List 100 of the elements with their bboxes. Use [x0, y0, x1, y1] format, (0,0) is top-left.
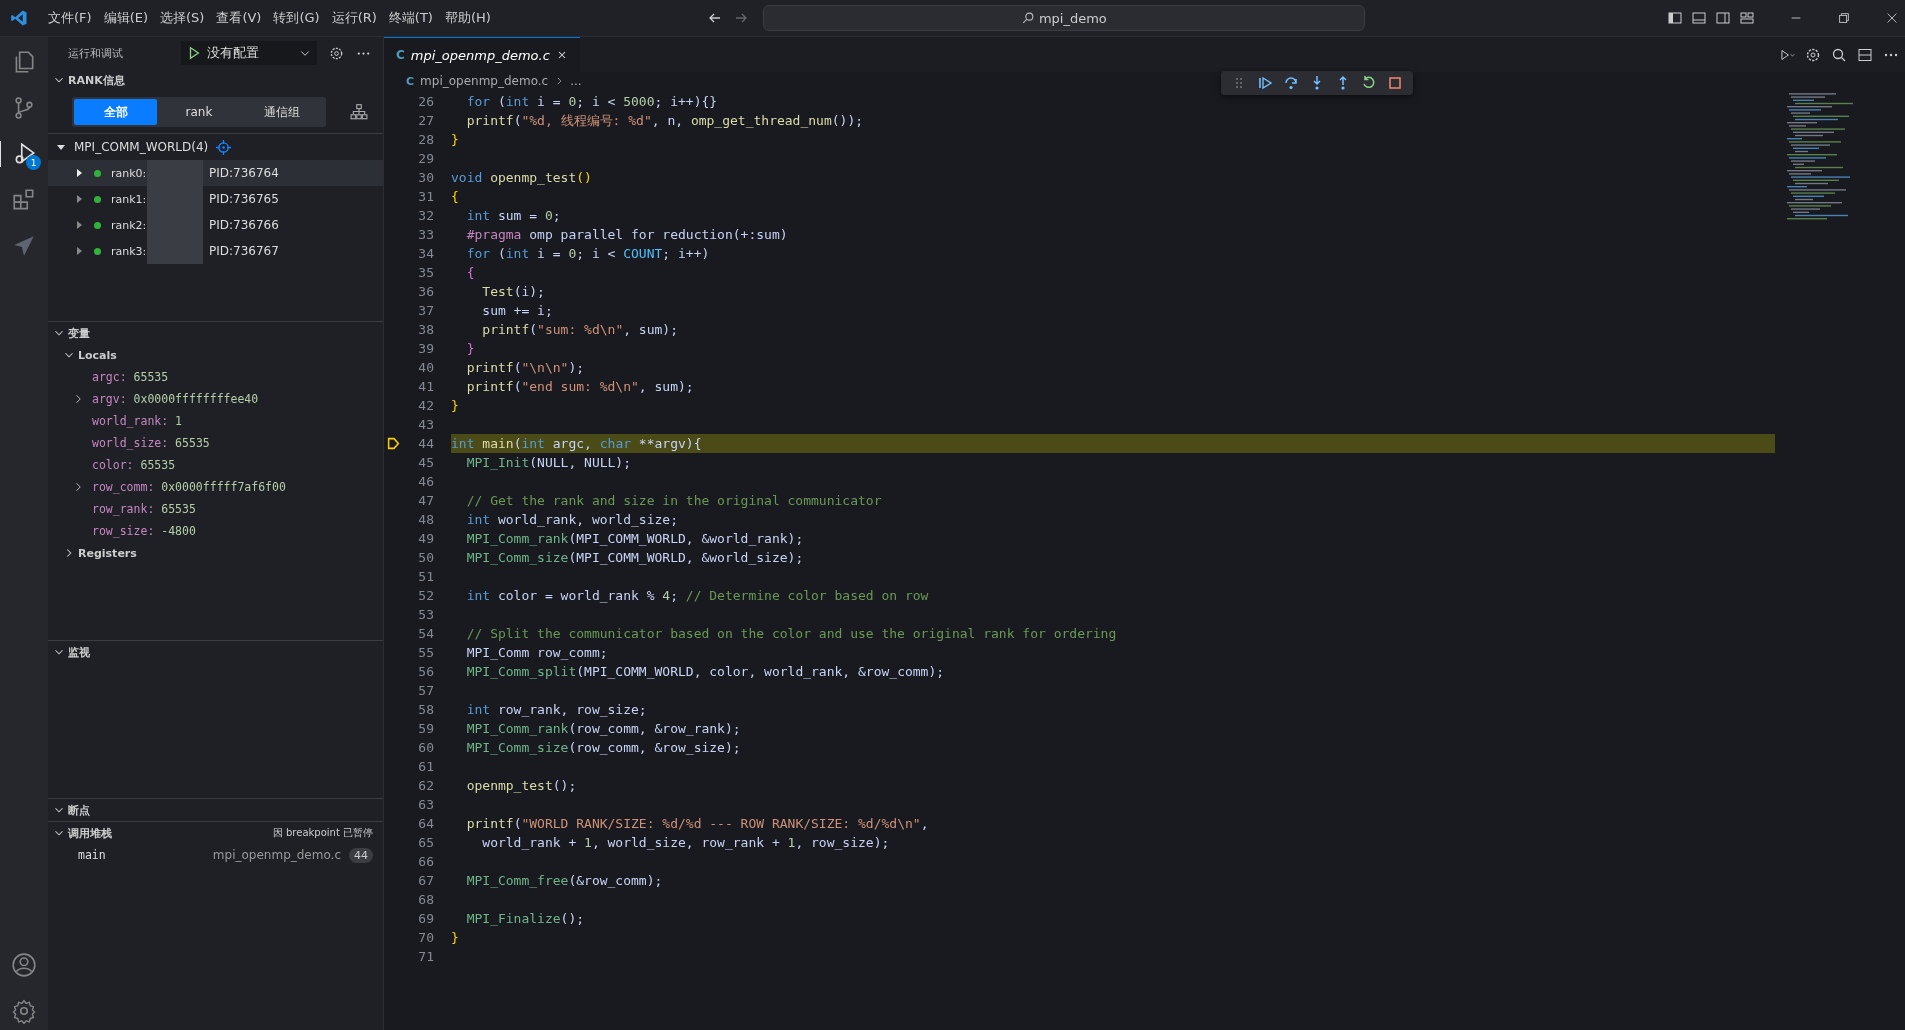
status-dot — [94, 169, 101, 177]
search-field[interactable]: mpi_demo — [762, 5, 1365, 31]
code-line: printf("\n\n"); — [465, 359, 586, 377]
restore-icon[interactable] — [1837, 11, 1851, 25]
variable-row[interactable]: world_size: 65535 — [48, 432, 383, 454]
menu-item[interactable]: 终端(T) — [382, 9, 439, 27]
code-line: void openmp_test() — [451, 169, 593, 187]
line-number: 43 — [417, 417, 434, 432]
notification-badge: 1 — [26, 155, 41, 170]
code-line: // Get the rank and size in the original communicator — [465, 492, 883, 510]
filter-tab[interactable]: 全部 — [74, 99, 158, 125]
line-number: 30 — [417, 170, 434, 185]
breadcrumb-item[interactable]: mpi_openmp_demo.c — [420, 74, 549, 88]
panel-toggle-icon[interactable] — [1691, 10, 1707, 26]
settings-icon[interactable] — [329, 45, 344, 61]
line-number: 63 — [417, 797, 434, 812]
app-logo-icon — [10, 9, 28, 27]
line-number: 49 — [417, 531, 434, 546]
line-number: 33 — [417, 227, 434, 242]
step-over-icon[interactable] — [1283, 75, 1299, 91]
menu-item[interactable]: 选择(S) — [154, 9, 211, 27]
rank-row[interactable]: rank0: PID:736764 — [48, 160, 383, 186]
line-number: 38 — [417, 322, 434, 337]
hierarchy-icon[interactable] — [350, 103, 368, 121]
section-header[interactable]: 变量 — [48, 322, 383, 344]
line-number: 45 — [417, 455, 434, 470]
line-number: 59 — [417, 721, 434, 736]
code-line: for (int i = 0; i < COUNT; i++) — [465, 245, 711, 263]
pid-label: PID:736765 — [209, 192, 279, 206]
line-number: 36 — [417, 284, 434, 299]
continue-icon[interactable] — [1257, 75, 1273, 91]
frame-name[interactable]: main — [78, 848, 213, 862]
account-icon[interactable] — [11, 952, 37, 978]
settings-icon[interactable] — [11, 998, 37, 1024]
close-icon[interactable] — [1885, 11, 1899, 25]
settings-icon[interactable] — [1805, 46, 1821, 63]
code-line: printf("sum: %d\n", sum); — [481, 321, 679, 339]
tree-caret-icon[interactable] — [56, 142, 66, 152]
line-number: 48 — [417, 512, 434, 527]
line-number: 39 — [417, 341, 434, 356]
blurred-area — [147, 160, 203, 186]
stop-icon[interactable] — [1387, 75, 1403, 91]
line-badge: 44 — [349, 847, 373, 863]
crosshair-icon[interactable] — [216, 139, 232, 155]
breadcrumb-item[interactable]: ... — [570, 74, 582, 88]
line-number: 70 — [417, 930, 434, 945]
variable-row[interactable]: row_comm: 0x0000fffff7af6f00 — [48, 476, 383, 498]
tree-caret-icon — [74, 194, 84, 204]
menu-item[interactable]: 转到(G) — [267, 9, 326, 27]
secondary-sidebar-icon[interactable] — [1715, 10, 1731, 26]
code-line: MPI_Finalize(); — [465, 910, 586, 928]
config-dropdown[interactable]: 没有配置 — [181, 41, 317, 65]
variable-row[interactable]: color: 65535 — [48, 454, 383, 476]
line-number: 52 — [417, 588, 434, 603]
scope-row[interactable]: Registers — [48, 542, 383, 564]
code-line: MPI_Comm_rank(row_comm, &row_rank); — [465, 720, 742, 738]
variable-row[interactable]: world_rank: 1 — [48, 410, 383, 432]
section-header[interactable]: RANK信息 — [48, 69, 383, 91]
section-header[interactable]: 断点 — [48, 799, 383, 821]
line-number: 28 — [417, 132, 434, 147]
variable-row[interactable]: row_size: -4800 — [48, 520, 383, 542]
filter-tab[interactable]: 通信组 — [240, 99, 324, 125]
code-line: { — [465, 264, 476, 282]
line-number: 55 — [417, 645, 434, 660]
menu-item[interactable]: 查看(V) — [210, 9, 268, 27]
layout-icon[interactable] — [1739, 10, 1755, 26]
rank-row[interactable]: rank2: PID:736766 — [48, 212, 383, 238]
tree-caret-icon — [74, 246, 84, 256]
code-line: openmp_test(); — [465, 777, 578, 795]
line-number: 61 — [417, 759, 434, 774]
scope-row[interactable]: Locals — [48, 344, 383, 366]
split-editor-icon[interactable] — [1857, 46, 1873, 63]
code-line: MPI_Comm_free(&row_comm); — [465, 872, 664, 890]
current-line-arrow-icon — [386, 437, 400, 450]
rank-row[interactable]: rank1: PID:736765 — [48, 186, 383, 212]
search-icon — [1020, 11, 1035, 25]
code-line: // Split the communicator based on the color and use the original rank for ordering — [465, 625, 1118, 643]
search-icon[interactable] — [1831, 46, 1847, 63]
code-line: sum += i; — [481, 302, 554, 320]
variable-row[interactable]: argv: 0x0000ffffffffee40 — [48, 388, 383, 410]
menu-item[interactable]: 运行(R) — [325, 9, 383, 27]
variable-row[interactable]: argc: 65535 — [48, 366, 383, 388]
file-type-label: C — [406, 74, 415, 88]
section-header[interactable]: 监视 — [48, 641, 383, 663]
rank-label: rank1: — [111, 192, 147, 206]
menu-item[interactable]: 编辑(E) — [97, 9, 154, 27]
line-number: 51 — [417, 569, 434, 584]
line-number: 27 — [417, 113, 434, 128]
variable-row[interactable]: row_rank: 65535 — [48, 498, 383, 520]
menu-item[interactable]: 帮助(H) — [438, 9, 497, 27]
section-header[interactable]: 调用堆栈 — [48, 822, 112, 844]
menu-item[interactable]: 文件(F) — [42, 9, 98, 27]
code-line: int row_rank, row_size; — [465, 701, 648, 719]
rank-row[interactable]: rank3: PID:736767 — [48, 238, 383, 264]
code-line: int world_rank, world_size; — [465, 511, 679, 529]
restart-icon[interactable] — [1361, 75, 1377, 91]
group-label[interactable]: MPI_COMM_WORLD(4) — [74, 140, 209, 154]
sidebar-toggle-icon[interactable] — [1667, 10, 1683, 26]
code-line: printf("end sum: %d\n", sum); — [465, 378, 695, 396]
filter-tab[interactable]: rank — [157, 99, 241, 125]
